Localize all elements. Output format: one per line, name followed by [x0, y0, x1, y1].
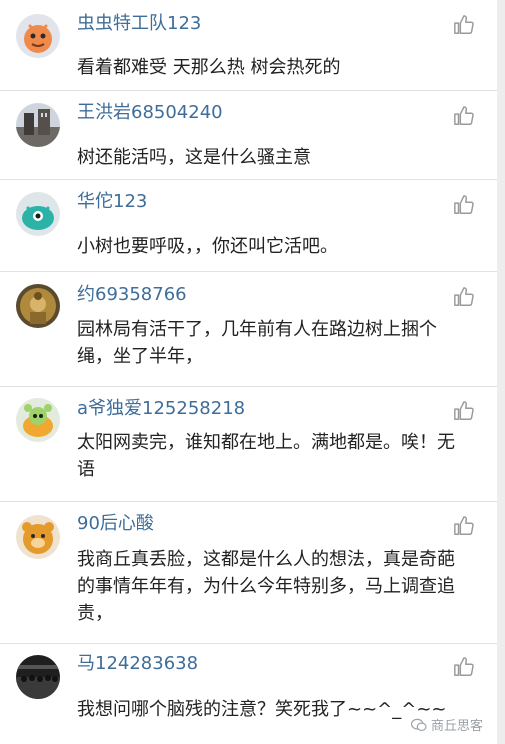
username[interactable]: 王洪岩68504240: [77, 102, 223, 124]
comment-item: 90后心酸 我商丘真丢脸，这都是什么人的想法，真是奇葩的事情年年有，为什么今年特…: [0, 502, 497, 644]
comment-item: 王洪岩68504240 树还能活吗，这是什么骚主意: [0, 91, 497, 180]
avatar[interactable]: [16, 515, 60, 559]
thumbs-up-icon[interactable]: [453, 105, 475, 127]
username[interactable]: 虫虫特工队123: [77, 13, 201, 35]
comment-text: 太阳网卖完，谁知都在地上。满地都是。唉！无语: [77, 432, 455, 480]
avatar[interactable]: [16, 655, 60, 699]
username[interactable]: 90后心酸: [77, 513, 154, 535]
comment-list: 虫虫特工队123 看着都难受 天那么热 树会热死的 王洪岩68504240 树还…: [0, 0, 497, 744]
comment-text: 树还能活吗，这是什么骚主意: [77, 147, 311, 168]
comment-text: 园林局有活干了，几年前有人在路边树上捆个绳，坐了半年，: [77, 319, 437, 367]
thumbs-up-icon[interactable]: [453, 194, 475, 216]
thumbs-up-icon[interactable]: [453, 400, 475, 422]
thumbs-up-icon[interactable]: [453, 515, 475, 537]
thumbs-up-icon[interactable]: [453, 286, 475, 308]
comment-item: a爷独爱125258218 太阳网卖完，谁知都在地上。满地都是。唉！无语: [0, 387, 497, 502]
comment-text: 我商丘真丢脸，这都是什么人的想法，真是奇葩的事情年年有，为什么今年特别多，马上调…: [77, 549, 455, 624]
comment-text: 小树也要呼吸，，你还叫它活吧。: [77, 236, 338, 257]
wechat-icon: [410, 718, 427, 731]
avatar[interactable]: [16, 192, 60, 236]
thumbs-up-icon[interactable]: [453, 656, 475, 678]
username[interactable]: 约69358766: [77, 284, 187, 306]
username[interactable]: a爷独爱125258218: [77, 398, 245, 420]
thumbs-up-icon[interactable]: [453, 14, 475, 36]
avatar[interactable]: [16, 284, 60, 328]
avatar[interactable]: [16, 103, 60, 147]
username[interactable]: 马124283638: [77, 653, 198, 675]
scroll-edge: [497, 0, 505, 744]
watermark-text: 商丘思客: [430, 719, 483, 734]
avatar[interactable]: [16, 14, 60, 58]
comment-item: 约69358766 园林局有活干了，几年前有人在路边树上捆个绳，坐了半年，: [0, 272, 497, 387]
comment-item: 华佗123 小树也要呼吸，，你还叫它活吧。: [0, 180, 497, 272]
comment-text: 看着都难受 天那么热 树会热死的: [77, 57, 341, 78]
watermark: 商丘思客: [406, 713, 487, 736]
avatar[interactable]: [16, 398, 60, 442]
username[interactable]: 华佗123: [77, 191, 147, 213]
comment-feed-screenshot: 虫虫特工队123 看着都难受 天那么热 树会热死的 王洪岩68504240 树还…: [0, 0, 505, 744]
comment-item: 虫虫特工队123 看着都难受 天那么热 树会热死的: [0, 0, 497, 91]
